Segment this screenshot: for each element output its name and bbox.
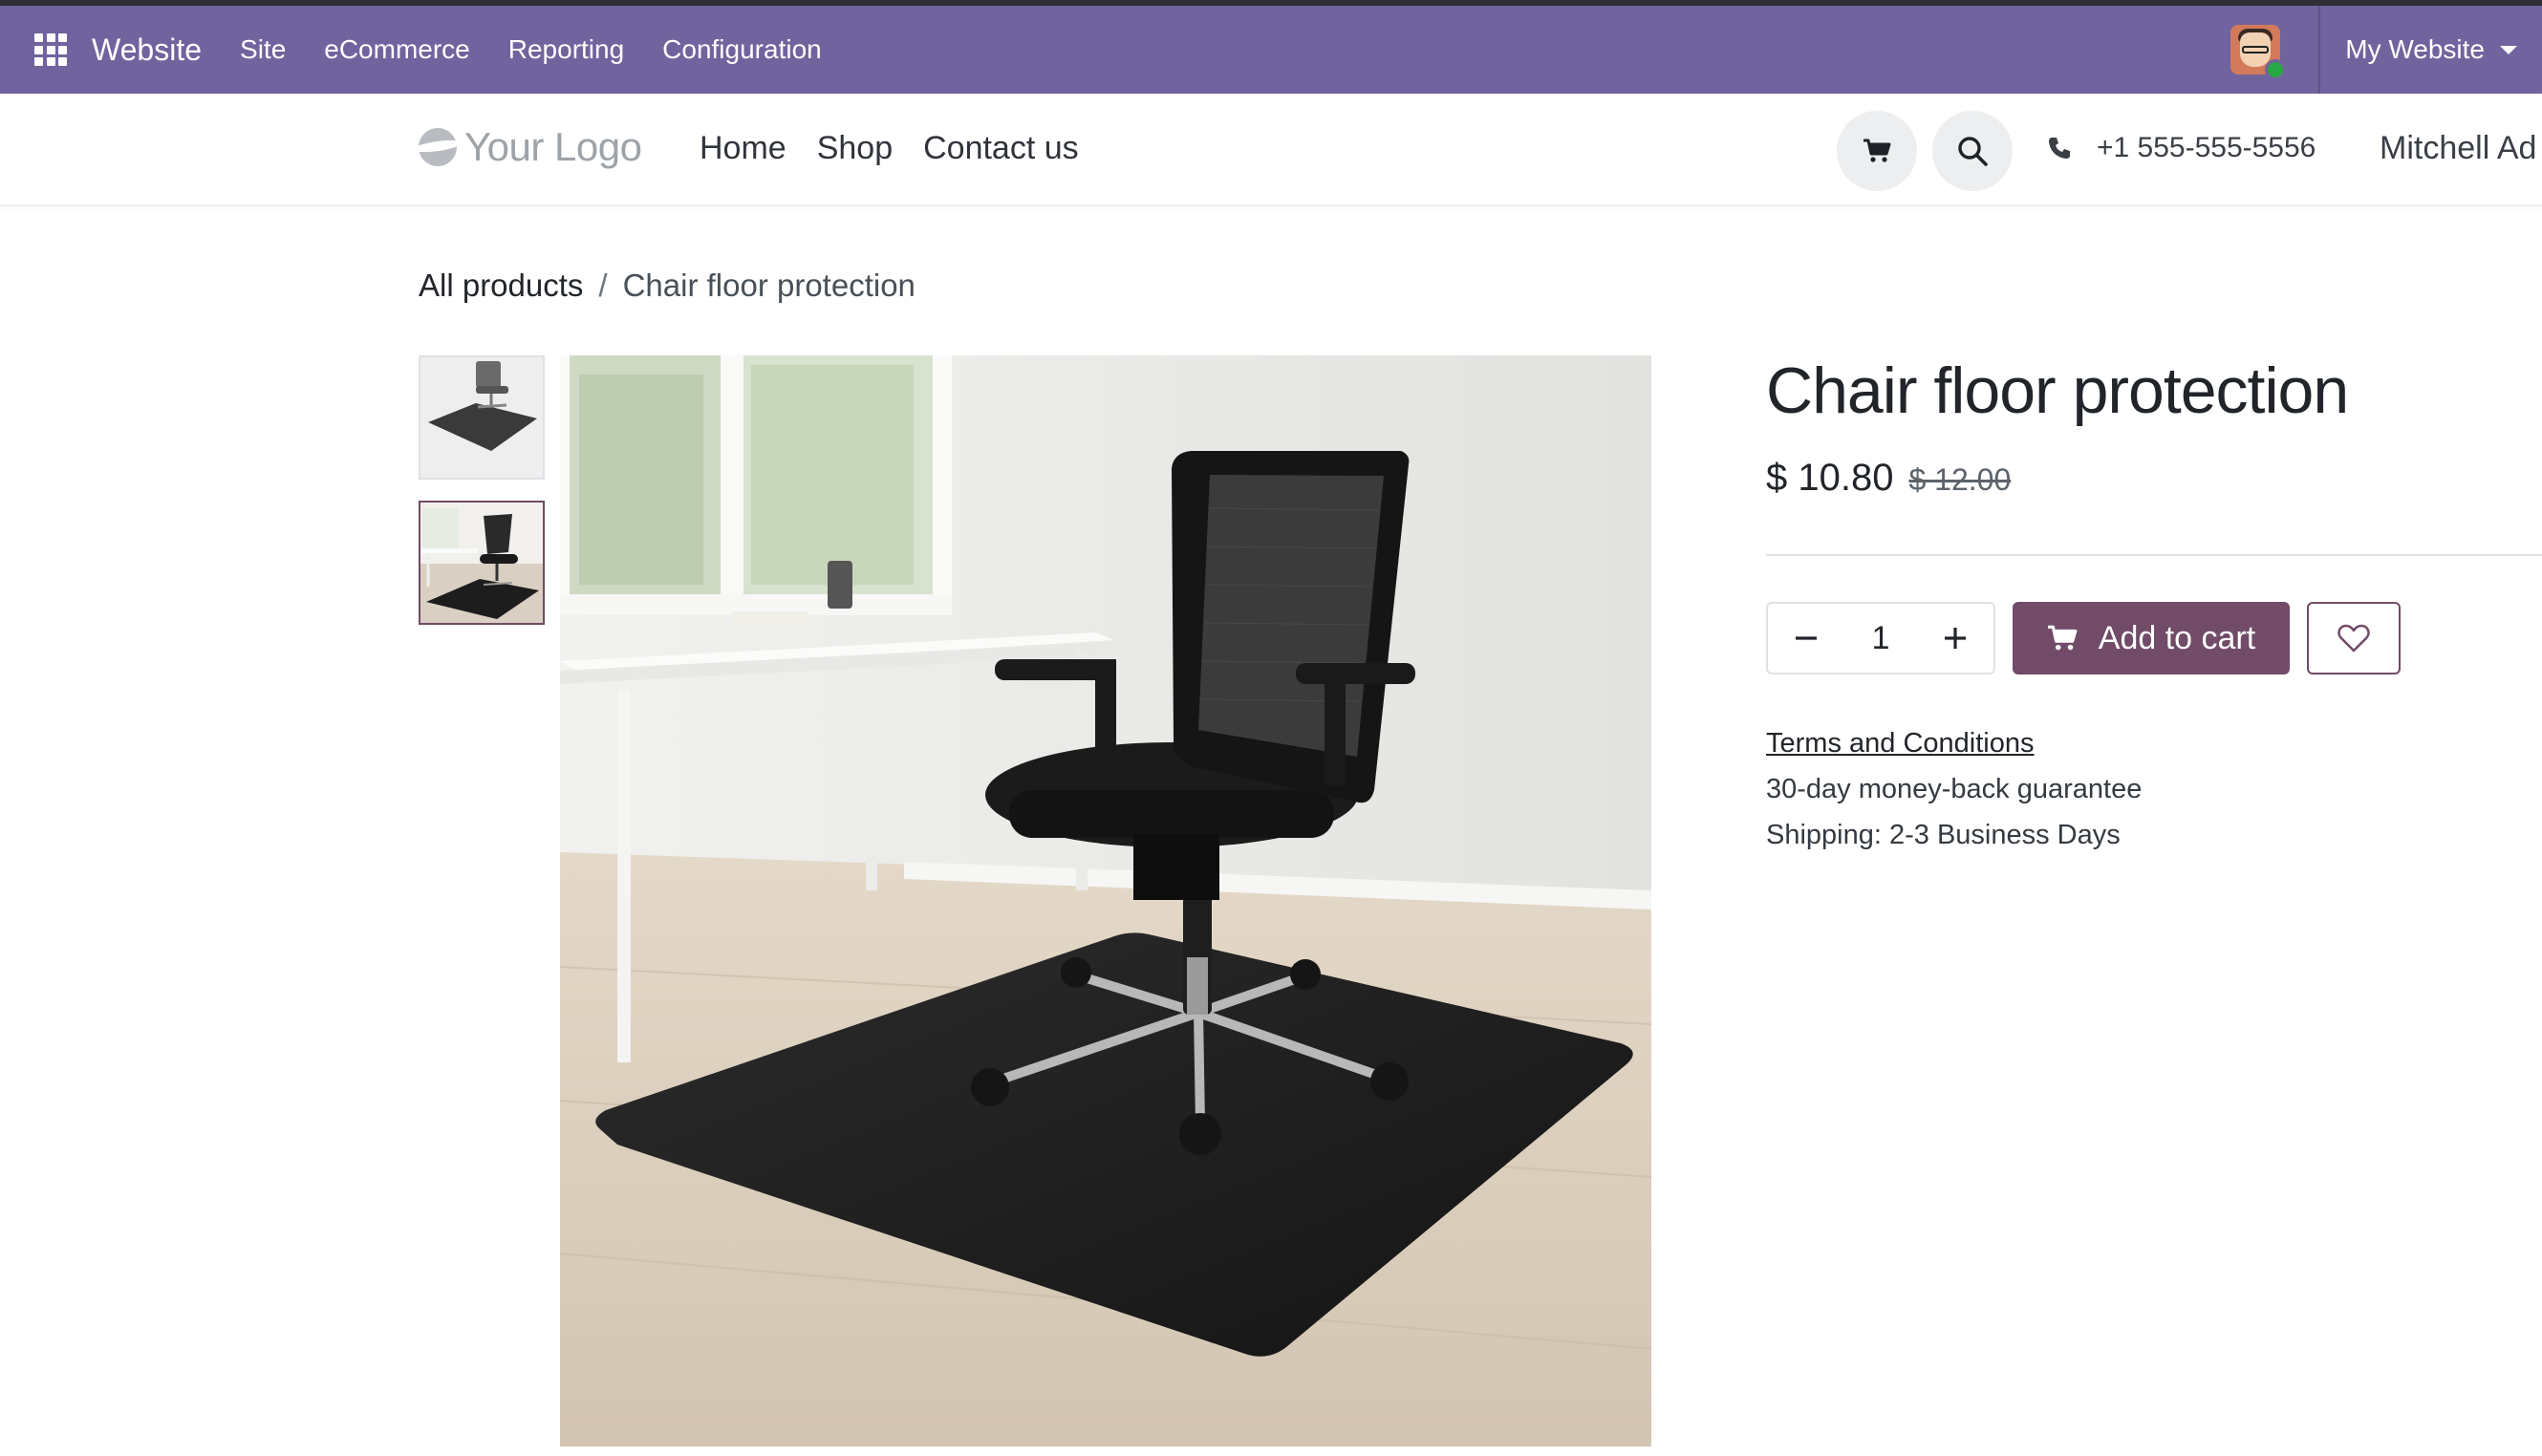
- office-chair-thumbnail-image: [420, 503, 543, 623]
- terms-and-conditions-link[interactable]: Terms and Conditions: [1766, 728, 2034, 760]
- website-switcher-label: My Website: [2345, 34, 2485, 64]
- minus-icon: [1796, 636, 1817, 640]
- nav-shop[interactable]: Shop: [817, 130, 893, 167]
- breadcrumb-separator: /: [598, 268, 608, 303]
- product-main-image[interactable]: [560, 355, 1651, 1446]
- increase-quantity-button[interactable]: [1917, 604, 1993, 673]
- product-price: $ 10.80: [1766, 457, 1894, 499]
- nav-home[interactable]: Home: [700, 130, 786, 167]
- product-title: Chair floor protection: [1766, 354, 2349, 427]
- add-to-wishlist-button[interactable]: [2307, 602, 2401, 674]
- breadcrumb: All products / Chair floor protection: [419, 268, 916, 304]
- price-row: $ 10.80 $ 12.00: [1766, 457, 2011, 500]
- admin-menu-configuration[interactable]: Configuration: [643, 34, 841, 65]
- divider: [1766, 554, 2542, 556]
- breadcrumb-all-products[interactable]: All products: [419, 268, 583, 304]
- decrease-quantity-button[interactable]: [1768, 604, 1844, 673]
- website-switcher[interactable]: My Website: [2320, 34, 2542, 65]
- product-old-price: $ 12.00: [1908, 462, 2012, 497]
- search-button[interactable]: [1932, 111, 2013, 191]
- phone-link[interactable]: +1 555-555-5556: [2047, 132, 2316, 164]
- site-nav: Home Shop Contact us: [700, 130, 1109, 167]
- admin-app-name[interactable]: Website: [92, 32, 202, 68]
- admin-menu-site[interactable]: Site: [221, 34, 305, 65]
- site-header: Your Logo Home Shop Contact us +1 555-55…: [0, 94, 2542, 206]
- quantity-input[interactable]: [1852, 619, 1909, 657]
- chair-mat-thumbnail-image: [420, 357, 543, 478]
- money-back-guarantee: 30-day money-back guarantee: [1766, 774, 2143, 804]
- caret-down-icon: [2500, 45, 2517, 54]
- logo-text: Your Logo: [464, 124, 642, 169]
- phone-icon: [2049, 138, 2070, 159]
- nav-contact-us[interactable]: Contact us: [923, 130, 1079, 167]
- cart-button[interactable]: [1837, 111, 1917, 191]
- admin-menu-reporting[interactable]: Reporting: [489, 34, 643, 65]
- quantity-stepper: [1766, 602, 1995, 674]
- user-avatar[interactable]: [2230, 25, 2287, 80]
- logo-icon: [419, 128, 457, 166]
- heart-icon: [2337, 624, 2370, 653]
- admin-menu-ecommerce[interactable]: eCommerce: [305, 34, 488, 65]
- admin-menu: Site eCommerce Reporting Configuration: [221, 34, 841, 65]
- search-icon: [1958, 137, 1988, 166]
- admin-right-section: My Website: [2230, 6, 2542, 94]
- add-to-cart-label: Add to cart: [2098, 619, 2256, 656]
- add-to-cart-button[interactable]: Add to cart: [2013, 602, 2290, 674]
- admin-navbar: Website Site eCommerce Reporting Configu…: [0, 0, 2542, 94]
- plus-icon: [1945, 628, 1966, 649]
- site-logo[interactable]: Your Logo: [419, 124, 642, 170]
- cart-icon: [2047, 625, 2078, 651]
- cart-icon: [1863, 139, 1891, 162]
- breadcrumb-current: Chair floor protection: [622, 268, 916, 303]
- user-menu[interactable]: Mitchell Ad: [2380, 130, 2536, 167]
- shipping-info: Shipping: 2-3 Business Days: [1766, 820, 2121, 850]
- office-chair-on-floor-mat-image: [560, 355, 1651, 1446]
- product-thumbnail-1[interactable]: [419, 355, 545, 480]
- apps-menu-icon[interactable]: [34, 33, 67, 66]
- product-thumbnail-2[interactable]: [419, 501, 545, 625]
- online-status-icon: [2265, 59, 2287, 80]
- phone-number: +1 555-555-5556: [2097, 132, 2316, 163]
